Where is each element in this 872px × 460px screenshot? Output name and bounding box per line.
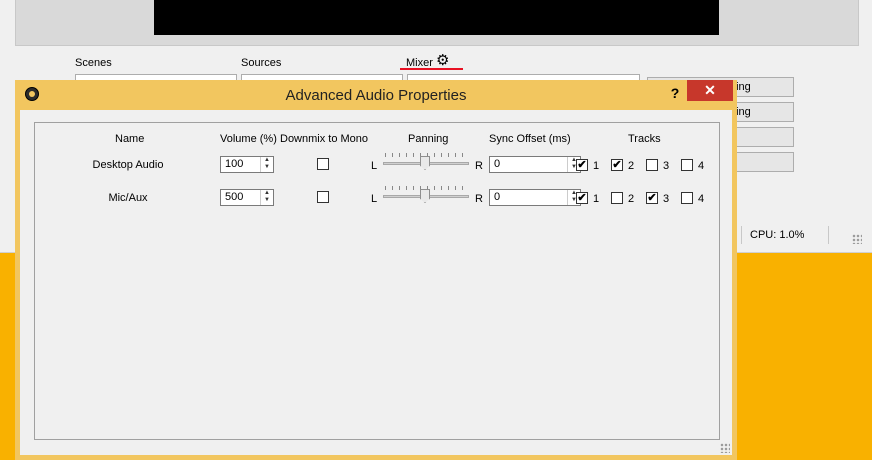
track-4-label: 4 xyxy=(698,160,705,172)
track-1-checkbox[interactable]: ✔ xyxy=(576,159,588,171)
track-3-checkbox[interactable]: ✔ xyxy=(646,192,658,204)
volume-spinbox[interactable]: 100 ▲ ▼ xyxy=(220,156,274,173)
header-tracks: Tracks xyxy=(628,133,661,145)
pan-right-label: R xyxy=(475,193,483,205)
row-name: Desktop Audio xyxy=(92,159,164,171)
track-1-checkbox[interactable]: ✔ xyxy=(576,192,588,204)
resize-grip-icon[interactable] xyxy=(852,234,862,244)
status-separator xyxy=(828,226,829,244)
dialog-title: Advanced Audio Properties xyxy=(285,87,467,104)
track-3-label: 3 xyxy=(663,193,670,205)
status-separator xyxy=(741,226,742,244)
sync-offset-spinbox[interactable]: 0 ▲ ▼ xyxy=(489,189,581,206)
close-button[interactable]: ✕ xyxy=(687,80,733,101)
resize-grip-icon[interactable] xyxy=(720,443,730,453)
preview-canvas xyxy=(154,0,719,35)
mixer-underline xyxy=(400,68,463,70)
header-sync-offset: Sync Offset (ms) xyxy=(489,133,571,145)
scenes-label: Scenes xyxy=(75,57,112,69)
panning-slider[interactable] xyxy=(383,186,469,203)
volume-value: 500 xyxy=(225,191,244,203)
spin-arrows-icon[interactable]: ▲ ▼ xyxy=(260,157,273,172)
dialog-client-area: Name Volume (%) Downmix to Mono Panning … xyxy=(20,110,732,455)
sync-offset-value: 0 xyxy=(494,158,501,170)
header-panning: Panning xyxy=(408,133,449,145)
track-2-checkbox[interactable]: ✔ xyxy=(611,159,623,171)
gear-icon[interactable]: ⚙ xyxy=(436,53,449,68)
spin-arrows-icon[interactable]: ▲ ▼ xyxy=(260,190,273,205)
track-4-checkbox[interactable] xyxy=(681,192,693,204)
volume-value: 100 xyxy=(225,158,244,170)
panning-slider[interactable] xyxy=(383,153,469,170)
help-button[interactable]: ? xyxy=(663,83,687,103)
track-1-label: 1 xyxy=(593,193,600,205)
track-4-checkbox[interactable] xyxy=(681,159,693,171)
pan-left-label: L xyxy=(371,193,378,205)
track-2-label: 2 xyxy=(628,193,635,205)
track-2-checkbox[interactable] xyxy=(611,192,623,204)
track-3-label: 3 xyxy=(663,160,670,172)
track-4-label: 4 xyxy=(698,193,705,205)
pan-left-label: L xyxy=(371,160,378,172)
advanced-audio-properties-dialog: Advanced Audio Properties ? ✕ Name Volum… xyxy=(15,80,737,460)
dialog-titlebar[interactable]: Advanced Audio Properties ? ✕ xyxy=(15,80,737,110)
slider-thumb[interactable] xyxy=(420,156,430,170)
sync-offset-spinbox[interactable]: 0 ▲ ▼ xyxy=(489,156,581,173)
track-2-label: 2 xyxy=(628,160,635,172)
downmix-checkbox[interactable] xyxy=(317,191,329,203)
cpu-usage: CPU: 1.0% xyxy=(750,229,805,241)
volume-spinbox[interactable]: 500 ▲ ▼ xyxy=(220,189,274,206)
slider-thumb[interactable] xyxy=(420,189,430,203)
sync-offset-value: 0 xyxy=(494,191,501,203)
header-name: Name xyxy=(115,133,145,145)
header-volume: Volume (%) xyxy=(220,133,277,145)
audio-sources-panel: Name Volume (%) Downmix to Mono Panning … xyxy=(34,122,720,440)
row-name: Mic/Aux xyxy=(108,192,148,204)
sources-label: Sources xyxy=(241,57,282,69)
track-1-label: 1 xyxy=(593,160,600,172)
pan-right-label: R xyxy=(475,160,483,172)
track-3-checkbox[interactable] xyxy=(646,159,658,171)
header-downmix: Downmix to Mono xyxy=(280,133,369,145)
downmix-checkbox[interactable] xyxy=(317,158,329,170)
